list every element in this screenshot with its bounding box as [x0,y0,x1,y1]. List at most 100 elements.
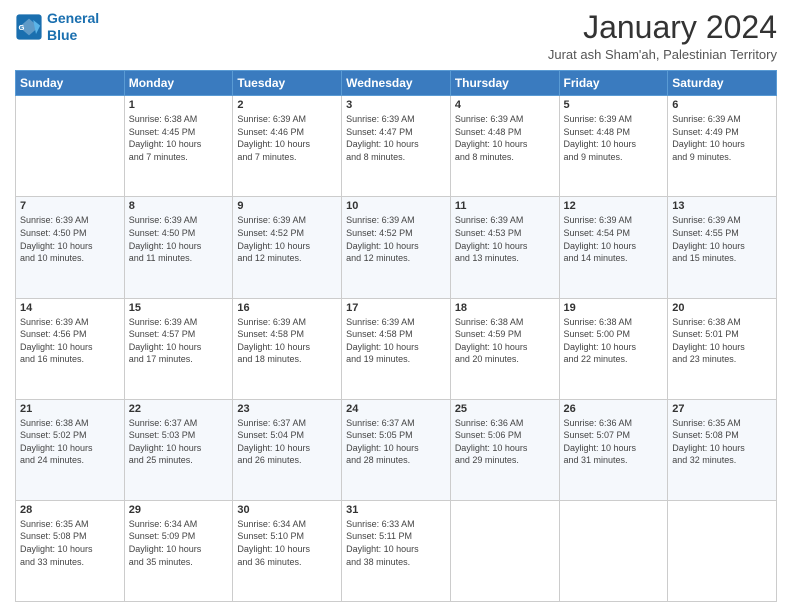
day-info: Sunrise: 6:33 AM Sunset: 5:11 PM Dayligh… [346,518,446,568]
day-info: Sunrise: 6:38 AM Sunset: 5:01 PM Dayligh… [672,316,772,366]
day-cell [450,500,559,601]
day-cell [668,500,777,601]
day-number: 7 [20,200,120,212]
day-info: Sunrise: 6:39 AM Sunset: 4:48 PM Dayligh… [455,113,555,163]
day-number: 5 [564,99,664,111]
logo-icon: G [15,13,43,41]
day-cell: 29 Sunrise: 6:34 AM Sunset: 5:09 PM Dayli… [124,500,233,601]
day-info: Sunrise: 6:35 AM Sunset: 5:08 PM Dayligh… [20,518,120,568]
day-info: Sunrise: 6:37 AM Sunset: 5:04 PM Dayligh… [237,417,337,467]
day-number: 8 [129,200,229,212]
day-number: 25 [455,403,555,415]
day-info: Sunrise: 6:38 AM Sunset: 4:45 PM Dayligh… [129,113,229,163]
day-info: Sunrise: 6:39 AM Sunset: 4:58 PM Dayligh… [237,316,337,366]
day-cell [16,96,125,197]
day-number: 10 [346,200,446,212]
col-monday: Monday [124,71,233,96]
day-number: 11 [455,200,555,212]
day-number: 29 [129,504,229,516]
day-cell: 20 Sunrise: 6:38 AM Sunset: 5:01 PM Dayli… [668,298,777,399]
day-cell: 13 Sunrise: 6:39 AM Sunset: 4:55 PM Dayli… [668,197,777,298]
title-block: January 2024 Jurat ash Sham'ah, Palestin… [548,10,777,62]
day-cell: 30 Sunrise: 6:34 AM Sunset: 5:10 PM Dayli… [233,500,342,601]
day-cell: 16Sunrise: 6:39 AM Sunset: 4:58 PM Dayli… [233,298,342,399]
day-number: 3 [346,99,446,111]
day-number: 24 [346,403,446,415]
day-number: 30 [237,504,337,516]
day-number: 14 [20,302,120,314]
day-info: Sunrise: 6:34 AM Sunset: 5:09 PM Dayligh… [129,518,229,568]
col-tuesday: Tuesday [233,71,342,96]
col-thursday: Thursday [450,71,559,96]
day-info: Sunrise: 6:34 AM Sunset: 5:10 PM Dayligh… [237,518,337,568]
day-cell: 9 Sunrise: 6:39 AM Sunset: 4:52 PM Daylig… [233,197,342,298]
day-info: Sunrise: 6:39 AM Sunset: 4:50 PM Dayligh… [129,214,229,264]
day-number: 4 [455,99,555,111]
day-cell: 19 Sunrise: 6:38 AM Sunset: 5:00 PM Dayli… [559,298,668,399]
col-sunday: Sunday [16,71,125,96]
day-cell: 24 Sunrise: 6:37 AM Sunset: 5:05 PM Dayli… [342,399,451,500]
day-cell: 5 Sunrise: 6:39 AM Sunset: 4:48 PM Daylig… [559,96,668,197]
day-cell: 4 Sunrise: 6:39 AM Sunset: 4:48 PM Daylig… [450,96,559,197]
day-cell [559,500,668,601]
day-info: Sunrise: 6:39 AM Sunset: 4:55 PM Dayligh… [672,214,772,264]
svg-text:G: G [19,23,25,32]
col-saturday: Saturday [668,71,777,96]
logo: G General Blue [15,10,99,44]
day-info: Sunrise: 6:39 AM Sunset: 4:48 PM Dayligh… [564,113,664,163]
day-cell: 17Sunrise: 6:39 AM Sunset: 4:58 PM Dayli… [342,298,451,399]
day-number: 31 [346,504,446,516]
col-friday: Friday [559,71,668,96]
week-row-3: 21Sunrise: 6:38 AM Sunset: 5:02 PM Dayli… [16,399,777,500]
day-cell: 11 Sunrise: 6:39 AM Sunset: 4:53 PM Dayli… [450,197,559,298]
day-cell: 22 Sunrise: 6:37 AM Sunset: 5:03 PM Dayli… [124,399,233,500]
header: G General Blue January 2024 Jurat ash Sh… [15,10,777,62]
calendar-table: Sunday Monday Tuesday Wednesday Thursday… [15,70,777,602]
day-info: Sunrise: 6:39 AM Sunset: 4:47 PM Dayligh… [346,113,446,163]
week-row-4: 28 Sunrise: 6:35 AM Sunset: 5:08 PM Dayli… [16,500,777,601]
day-cell: 18Sunrise: 6:38 AM Sunset: 4:59 PM Dayli… [450,298,559,399]
day-cell: 14 Sunrise: 6:39 AM Sunset: 4:56 PM Dayli… [16,298,125,399]
day-cell: 6Sunrise: 6:39 AM Sunset: 4:49 PM Daylig… [668,96,777,197]
day-number: 9 [237,200,337,212]
day-info: Sunrise: 6:37 AM Sunset: 5:05 PM Dayligh… [346,417,446,467]
day-number: 1 [129,99,229,111]
day-info: Sunrise: 6:39 AM Sunset: 4:52 PM Dayligh… [237,214,337,264]
day-info: Sunrise: 6:36 AM Sunset: 5:06 PM Dayligh… [455,417,555,467]
day-info: Sunrise: 6:39 AM Sunset: 4:53 PM Dayligh… [455,214,555,264]
day-number: 19 [564,302,664,314]
day-info: Sunrise: 6:36 AM Sunset: 5:07 PM Dayligh… [564,417,664,467]
day-number: 22 [129,403,229,415]
day-info: Sunrise: 6:39 AM Sunset: 4:50 PM Dayligh… [20,214,120,264]
subtitle: Jurat ash Sham'ah, Palestinian Territory [548,47,777,62]
day-number: 26 [564,403,664,415]
day-cell: 2 Sunrise: 6:39 AM Sunset: 4:46 PM Daylig… [233,96,342,197]
day-cell: 3 Sunrise: 6:39 AM Sunset: 4:47 PM Daylig… [342,96,451,197]
logo-text: General Blue [47,10,99,44]
day-number: 2 [237,99,337,111]
day-number: 28 [20,504,120,516]
week-row-2: 14 Sunrise: 6:39 AM Sunset: 4:56 PM Dayli… [16,298,777,399]
week-row-1: 7 Sunrise: 6:39 AM Sunset: 4:50 PM Daylig… [16,197,777,298]
day-cell: 10Sunrise: 6:39 AM Sunset: 4:52 PM Dayli… [342,197,451,298]
header-row: Sunday Monday Tuesday Wednesday Thursday… [16,71,777,96]
week-row-0: 1 Sunrise: 6:38 AM Sunset: 4:45 PM Daylig… [16,96,777,197]
day-number: 20 [672,302,772,314]
day-info: Sunrise: 6:37 AM Sunset: 5:03 PM Dayligh… [129,417,229,467]
day-number: 15 [129,302,229,314]
day-cell: 7 Sunrise: 6:39 AM Sunset: 4:50 PM Daylig… [16,197,125,298]
day-number: 21 [20,403,120,415]
main-title: January 2024 [548,10,777,45]
day-number: 17 [346,302,446,314]
day-info: Sunrise: 6:39 AM Sunset: 4:56 PM Dayligh… [20,316,120,366]
day-cell: 25 Sunrise: 6:36 AM Sunset: 5:06 PM Dayli… [450,399,559,500]
day-cell: 26 Sunrise: 6:36 AM Sunset: 5:07 PM Dayli… [559,399,668,500]
day-cell: 15Sunrise: 6:39 AM Sunset: 4:57 PM Dayli… [124,298,233,399]
day-number: 13 [672,200,772,212]
day-cell: 31 Sunrise: 6:33 AM Sunset: 5:11 PM Dayli… [342,500,451,601]
day-info: Sunrise: 6:39 AM Sunset: 4:46 PM Dayligh… [237,113,337,163]
day-info: Sunrise: 6:38 AM Sunset: 5:00 PM Dayligh… [564,316,664,366]
day-cell: 21Sunrise: 6:38 AM Sunset: 5:02 PM Dayli… [16,399,125,500]
day-cell: 28 Sunrise: 6:35 AM Sunset: 5:08 PM Dayli… [16,500,125,601]
day-info: Sunrise: 6:38 AM Sunset: 4:59 PM Dayligh… [455,316,555,366]
